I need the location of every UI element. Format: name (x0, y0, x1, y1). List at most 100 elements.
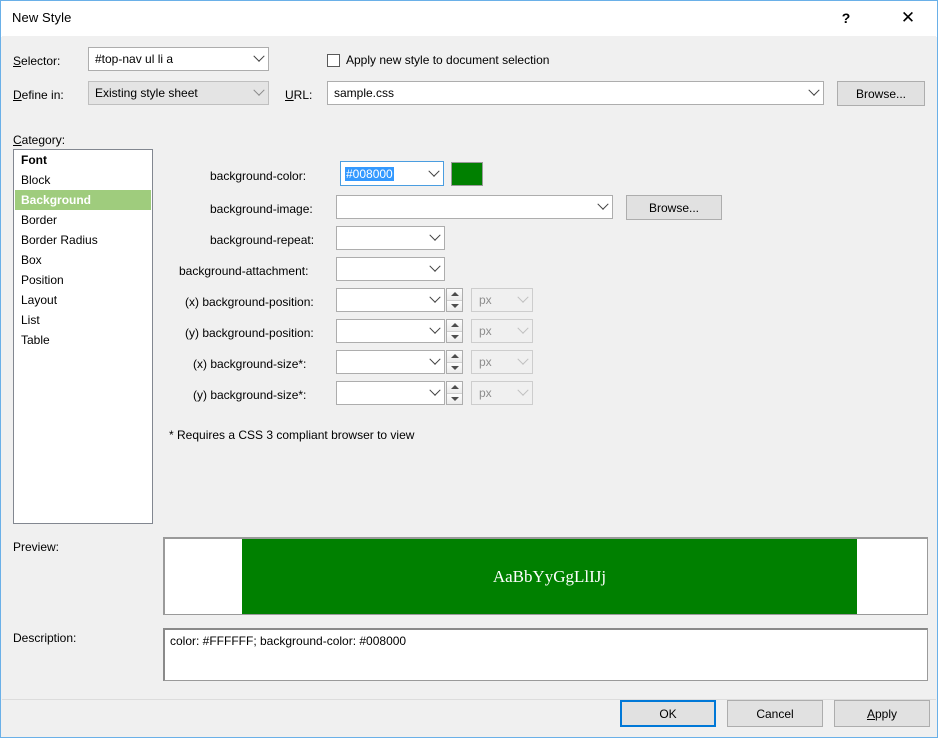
apply-new-style-label: Apply new style to document selection (346, 53, 549, 67)
browse-url-label: Browse... (856, 87, 906, 101)
dialog-body: Selector: #top-nav ul li a Apply new sty… (2, 36, 936, 736)
y-background-size-label: (y) background-size*: (193, 388, 306, 402)
category-item[interactable]: Border (14, 210, 152, 230)
chevron-down-icon (426, 289, 444, 311)
category-list[interactable]: FontBlockBackgroundBorderBorder RadiusBo… (13, 149, 153, 524)
background-color-combo[interactable]: #008000 (340, 161, 444, 186)
category-item[interactable]: Background (15, 190, 151, 210)
x-background-size-unit-combo[interactable]: px (471, 350, 533, 374)
y-background-size-unit: px (472, 386, 514, 400)
stepper-up-icon[interactable] (447, 289, 462, 301)
background-color-label: background-color: (210, 169, 306, 183)
apply-new-style-checkbox[interactable]: Apply new style to document selection (327, 53, 549, 67)
y-background-size-stepper[interactable] (446, 381, 463, 405)
checkbox-box[interactable] (327, 54, 340, 67)
chevron-down-icon (426, 258, 444, 280)
window-title: New Style (12, 10, 71, 25)
define-in-value: Existing style sheet (89, 86, 250, 100)
category-item[interactable]: Table (14, 330, 152, 350)
background-repeat-combo[interactable] (336, 226, 445, 250)
url-value: sample.css (328, 86, 805, 100)
preview-sample-text: AaBbYyGgLlIJj (493, 567, 606, 587)
selector-combo[interactable]: #top-nav ul li a (88, 47, 269, 71)
background-image-label: background-image: (210, 202, 313, 216)
apply-button[interactable]: Apply (834, 700, 930, 727)
ok-button[interactable]: OK (620, 700, 716, 727)
category-item[interactable]: Border Radius (14, 230, 152, 250)
chevron-down-icon (805, 82, 823, 104)
x-background-size-stepper[interactable] (446, 350, 463, 374)
stepper-down-icon[interactable] (447, 363, 462, 374)
url-combo[interactable]: sample.css (327, 81, 824, 105)
stepper-up-icon[interactable] (447, 320, 462, 332)
x-background-position-unit-combo[interactable]: px (471, 288, 533, 312)
new-style-dialog: New Style ? ✕ Selector: #top-nav ul li a… (0, 0, 938, 738)
title-bar: New Style ? ✕ (1, 1, 937, 37)
background-color-swatch[interactable] (451, 162, 483, 186)
cancel-label: Cancel (756, 707, 793, 721)
chevron-down-icon (514, 351, 532, 373)
chevron-down-icon (426, 351, 444, 373)
url-label: URL: (285, 88, 312, 102)
background-color-value-wrap: #008000 (341, 167, 425, 181)
selector-value: #top-nav ul li a (89, 52, 250, 66)
chevron-down-icon (426, 320, 444, 342)
stepper-up-icon[interactable] (447, 382, 462, 394)
chevron-down-icon (250, 82, 268, 104)
y-background-position-label: (y) background-position: (185, 326, 314, 340)
define-in-combo[interactable]: Existing style sheet (88, 81, 269, 105)
chevron-down-icon (425, 162, 443, 185)
y-background-position-unit: px (472, 324, 514, 338)
category-item[interactable]: List (14, 310, 152, 330)
description-text: color: #FFFFFF; background-color: #00800… (170, 634, 406, 648)
cancel-button[interactable]: Cancel (727, 700, 823, 727)
preview-label: Preview: (13, 540, 59, 554)
stepper-down-icon[interactable] (447, 394, 462, 405)
description-label: Description: (13, 631, 76, 645)
selector-label: Selector: (13, 54, 60, 68)
ok-label: OK (659, 707, 676, 721)
chevron-down-icon (250, 48, 268, 70)
y-background-position-combo[interactable] (336, 319, 445, 343)
chevron-down-icon (426, 227, 444, 249)
stepper-down-icon[interactable] (447, 332, 462, 343)
preview-sample: AaBbYyGgLlIJj (242, 539, 857, 615)
stepper-up-icon[interactable] (447, 351, 462, 363)
x-background-size-label: (x) background-size*: (193, 357, 306, 371)
preview-box: AaBbYyGgLlIJj (163, 537, 928, 615)
category-item[interactable]: Font (14, 150, 152, 170)
y-background-position-stepper[interactable] (446, 319, 463, 343)
stepper-down-icon[interactable] (447, 301, 462, 312)
x-background-position-unit: px (472, 293, 514, 307)
x-background-position-label: (x) background-position: (185, 295, 314, 309)
chevron-down-icon (514, 289, 532, 311)
x-background-position-stepper[interactable] (446, 288, 463, 312)
help-icon[interactable]: ? (823, 1, 869, 35)
category-item[interactable]: Block (14, 170, 152, 190)
x-background-size-combo[interactable] (336, 350, 445, 374)
y-background-position-unit-combo[interactable]: px (471, 319, 533, 343)
chevron-down-icon (514, 320, 532, 342)
background-repeat-label: background-repeat: (210, 233, 314, 247)
browse-image-button[interactable]: Browse... (626, 195, 722, 220)
category-item[interactable]: Layout (14, 290, 152, 310)
x-background-size-unit: px (472, 355, 514, 369)
description-box[interactable]: color: #FFFFFF; background-color: #00800… (163, 628, 928, 681)
background-image-combo[interactable] (336, 195, 613, 219)
y-background-size-unit-combo[interactable]: px (471, 381, 533, 405)
background-attachment-combo[interactable] (336, 257, 445, 281)
define-in-label: Define in: (13, 88, 64, 102)
x-background-position-combo[interactable] (336, 288, 445, 312)
y-background-size-combo[interactable] (336, 381, 445, 405)
apply-label: Apply (867, 707, 897, 721)
category-item[interactable]: Box (14, 250, 152, 270)
chevron-down-icon (514, 382, 532, 404)
close-icon[interactable]: ✕ (885, 1, 931, 35)
browse-url-button[interactable]: Browse... (837, 81, 925, 106)
category-label: Category: (13, 133, 65, 147)
browse-image-label: Browse... (649, 201, 699, 215)
css3-footnote: * Requires a CSS 3 compliant browser to … (169, 428, 414, 442)
chevron-down-icon (426, 382, 444, 404)
background-attachment-label: background-attachment: (179, 264, 308, 278)
category-item[interactable]: Position (14, 270, 152, 290)
